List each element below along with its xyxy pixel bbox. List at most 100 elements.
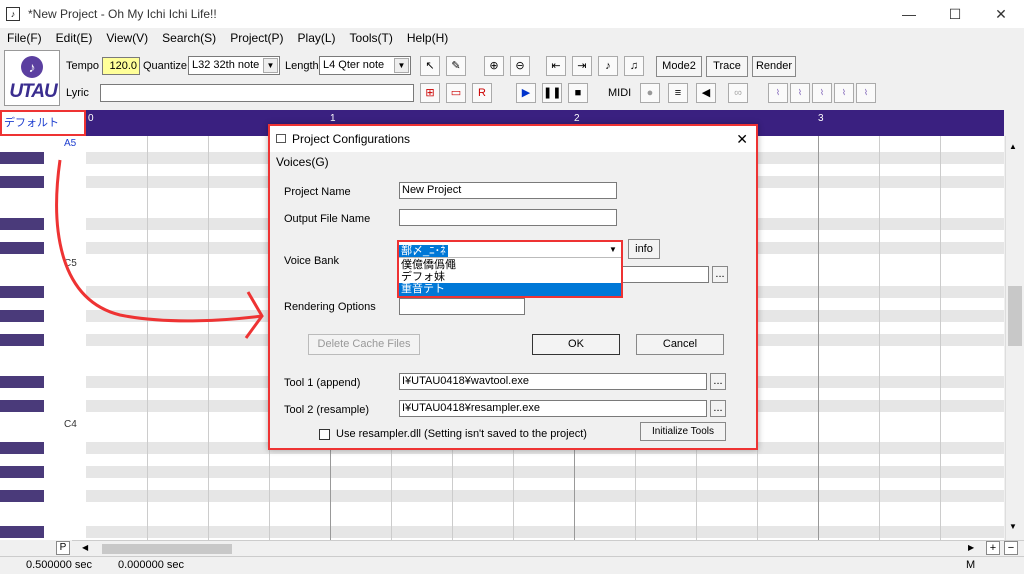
- output-file-input[interactable]: [399, 209, 617, 226]
- beat-line: [208, 136, 209, 540]
- plugin-icon-4[interactable]: ⌇: [834, 83, 854, 103]
- trace-button[interactable]: Trace: [706, 56, 748, 77]
- dialog-close-icon[interactable]: ✕: [736, 126, 748, 152]
- initialize-tools-button[interactable]: Initialize Tools: [640, 422, 726, 441]
- rendering-options-input[interactable]: [399, 298, 525, 315]
- scroll-down-icon[interactable]: ▼: [1009, 522, 1017, 531]
- tool2-browse-button[interactable]: ...: [710, 400, 726, 417]
- zoom-out-icon[interactable]: ⊖: [510, 56, 530, 76]
- bar-line: [818, 136, 819, 540]
- black-key[interactable]: [0, 466, 44, 478]
- black-key[interactable]: [0, 400, 44, 412]
- black-key[interactable]: [0, 490, 44, 502]
- loop-icon[interactable]: ∞: [728, 83, 748, 103]
- quantize-select[interactable]: L32 32th note ▼: [188, 56, 280, 75]
- render-button[interactable]: Render: [752, 56, 796, 77]
- h-scroll-thumb[interactable]: [102, 544, 232, 554]
- menu-project[interactable]: Project(P): [223, 31, 290, 45]
- menu-tools[interactable]: Tools(T): [343, 31, 400, 45]
- plugin-icon-3[interactable]: ⌇: [812, 83, 832, 103]
- black-key[interactable]: [0, 376, 44, 388]
- mode2-button[interactable]: Mode2: [656, 56, 702, 77]
- lyric-label: Lyric: [66, 87, 89, 99]
- lyric-input[interactable]: [100, 84, 414, 102]
- note-right-icon[interactable]: ♫: [624, 56, 644, 76]
- ruler-mark-0: 0: [88, 113, 94, 124]
- plugin-icon-5[interactable]: ⌇: [856, 83, 876, 103]
- maximize-button[interactable]: ☐: [932, 0, 978, 28]
- project-config-dialog: Project Configurations ✕ Voices(G) Proje…: [268, 124, 758, 450]
- close-button[interactable]: ✕: [978, 0, 1024, 28]
- resampler-dll-checkbox[interactable]: [319, 429, 330, 440]
- menu-file[interactable]: File(F): [0, 31, 49, 45]
- grid-row: [86, 466, 1004, 478]
- stop-icon[interactable]: ■: [568, 83, 588, 103]
- info-button[interactable]: info: [628, 239, 660, 259]
- voice-bank-selected: 鄯〆_ﾆ･ﾈ: [399, 245, 448, 257]
- menu-edit[interactable]: Edit(E): [49, 31, 100, 45]
- black-key[interactable]: [0, 334, 44, 346]
- p-button[interactable]: P: [56, 541, 70, 555]
- window-icon: [276, 134, 286, 143]
- tool1-input[interactable]: I¥UTAU0418¥wavtool.exe: [399, 373, 707, 390]
- jump-end-icon[interactable]: ⇥: [572, 56, 592, 76]
- voice-bank-select[interactable]: 鄯〆_ﾆ･ﾈ ▼: [399, 242, 621, 258]
- tempo-input[interactable]: 120.0: [102, 57, 140, 75]
- plugin-icon-1[interactable]: ⌇: [768, 83, 788, 103]
- black-key[interactable]: [0, 242, 44, 254]
- zoom-out-h-icon[interactable]: +: [986, 541, 1000, 555]
- vertical-scrollbar[interactable]: ▲ ▼: [1005, 136, 1024, 540]
- menu-help[interactable]: Help(H): [400, 31, 455, 45]
- black-key[interactable]: [0, 442, 44, 454]
- length-select[interactable]: L4 Qter note ▼: [319, 56, 411, 75]
- status-time-1: 0.500000 sec: [26, 559, 93, 571]
- voice-track-label[interactable]: デフォルト: [0, 110, 86, 136]
- pause-icon[interactable]: ❚❚: [542, 83, 562, 103]
- note-left-icon[interactable]: ♪: [598, 56, 618, 76]
- black-key[interactable]: [0, 218, 44, 230]
- record-icon[interactable]: ●: [640, 83, 660, 103]
- minimize-button[interactable]: —: [886, 0, 932, 28]
- voice-bank-option[interactable]: 重音テト: [399, 283, 621, 296]
- insert-rest-icon[interactable]: ▭: [446, 83, 466, 103]
- scroll-thumb[interactable]: [1008, 286, 1022, 346]
- pointer-tool-icon[interactable]: ↖: [420, 56, 440, 76]
- pencil-tool-icon[interactable]: ✎: [446, 56, 466, 76]
- menu-view[interactable]: View(V): [99, 31, 155, 45]
- scroll-right-icon[interactable]: ▶: [968, 543, 974, 552]
- play-icon[interactable]: ▶: [516, 83, 536, 103]
- project-name-input[interactable]: New Project: [399, 182, 617, 199]
- zoom-in-icon[interactable]: ⊕: [484, 56, 504, 76]
- cancel-button[interactable]: Cancel: [636, 334, 724, 355]
- black-key[interactable]: [0, 526, 44, 538]
- project-name-label: Project Name: [284, 186, 351, 198]
- ok-button[interactable]: OK: [532, 334, 620, 355]
- ruler-mark-1: 1: [330, 113, 336, 124]
- jump-start-icon[interactable]: ⇤: [546, 56, 566, 76]
- speaker-icon[interactable]: ◀: [696, 83, 716, 103]
- insert-r-icon[interactable]: R: [472, 83, 492, 103]
- status-bar: 0.500000 sec 0.000000 sec M: [0, 556, 1024, 574]
- black-key[interactable]: [0, 310, 44, 322]
- tool2-input[interactable]: I¥UTAU0418¥resampler.exe: [399, 400, 707, 417]
- voice-bank-dropdown[interactable]: 鄯〆_ﾆ･ﾈ ▼ 僕億僑僞僶 デフォ妹 重音テト: [397, 240, 623, 298]
- scroll-up-icon[interactable]: ▲: [1009, 142, 1017, 151]
- mixer-icon[interactable]: ≡: [668, 83, 688, 103]
- horizontal-scrollbar[interactable]: ◀ ▶ + −: [72, 540, 1024, 556]
- tool1-browse-button[interactable]: ...: [710, 373, 726, 390]
- delete-cache-button[interactable]: Delete Cache Files: [308, 334, 420, 355]
- black-key[interactable]: [0, 152, 44, 164]
- black-key[interactable]: [0, 286, 44, 298]
- zoom-in-h-icon[interactable]: −: [1004, 541, 1018, 555]
- voices-menu[interactable]: Voices(G): [276, 155, 329, 169]
- black-key[interactable]: [0, 176, 44, 188]
- menu-play[interactable]: Play(L): [291, 31, 343, 45]
- scroll-left-icon[interactable]: ◀: [82, 543, 88, 552]
- insert-note-icon[interactable]: ⊞: [420, 83, 440, 103]
- beat-line: [879, 136, 880, 540]
- plugin-icon-2[interactable]: ⌇: [790, 83, 810, 103]
- menu-search[interactable]: Search(S): [155, 31, 223, 45]
- voice-bank-browse-button[interactable]: ...: [712, 266, 728, 283]
- piano-keyboard[interactable]: A5 C5 C4: [0, 136, 86, 540]
- quantize-label: Quantize: [143, 60, 188, 72]
